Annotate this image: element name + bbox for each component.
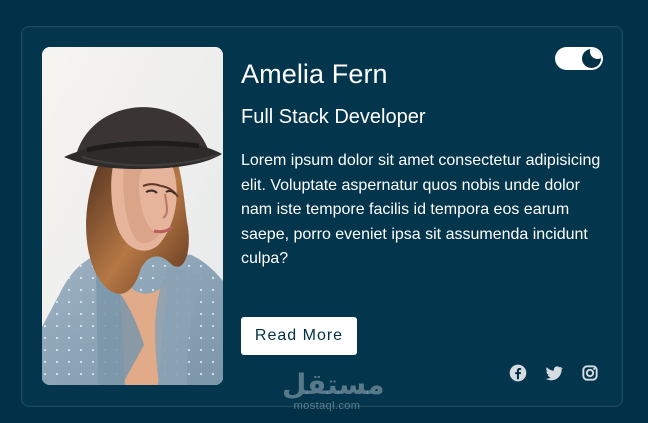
read-more-button[interactable]: Read More (241, 317, 357, 355)
profile-content: Amelia Fern Full Stack Developer Lorem i… (241, 57, 611, 272)
profile-card: Amelia Fern Full Stack Developer Lorem i… (21, 26, 623, 407)
profile-role: Full Stack Developer (241, 106, 426, 128)
instagram-icon[interactable] (580, 363, 600, 383)
twitter-icon[interactable] (544, 363, 564, 383)
facebook-icon[interactable] (508, 363, 528, 383)
profile-bio: Lorem ipsum dolor sit amet consectetur a… (241, 152, 601, 267)
social-links (508, 363, 600, 383)
woman-with-hat-photo (42, 47, 223, 385)
profile-photo (42, 47, 223, 385)
theme-toggle[interactable] (555, 47, 603, 70)
moon-icon (582, 49, 601, 68)
